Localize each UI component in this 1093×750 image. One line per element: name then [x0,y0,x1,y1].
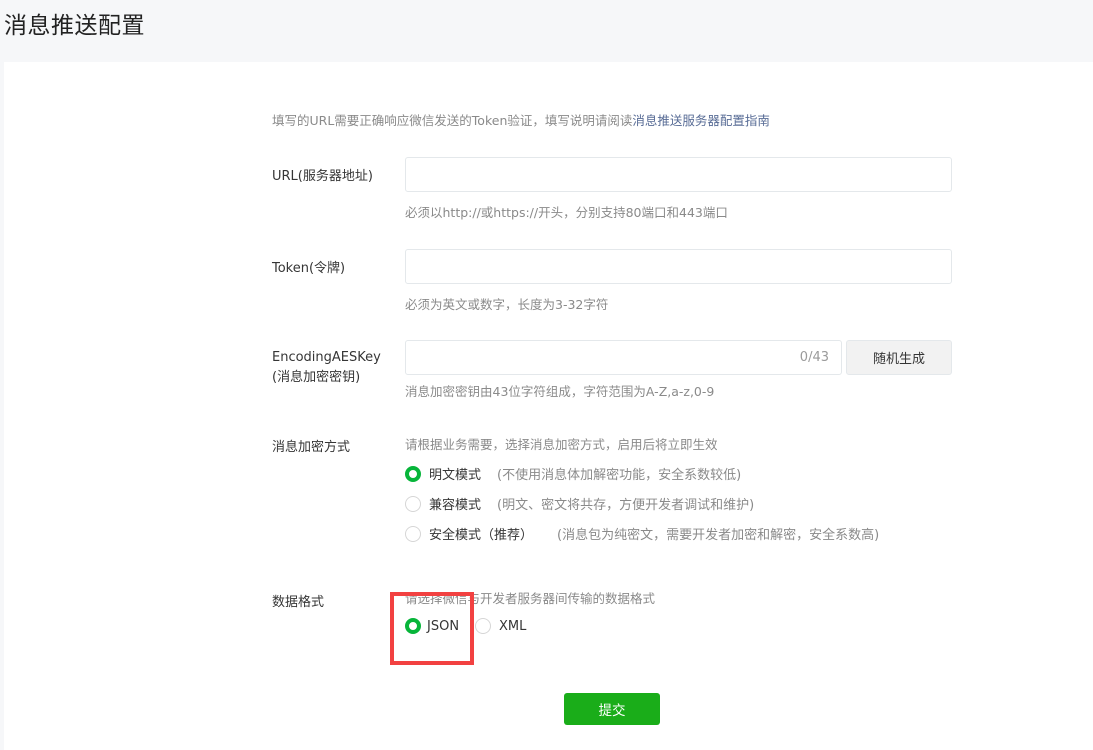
radio-secure-label: 安全模式（推荐） [429,528,534,543]
aes-counter: 0/43 [799,350,829,365]
radio-compatible-desc: (明文、密文将共存，方便开发者调试和维护) [497,498,755,513]
intro-text: 填写的URL需要正确响应微信发送的Token验证，填写说明请阅读消息推送服务器配… [272,110,770,129]
highlight-box [390,592,474,665]
radio-plaintext-desc: (不使用消息体加解密功能，安全系数较低) [497,468,742,483]
radio-checked-icon[interactable] [405,465,421,482]
radio-compatible-mode[interactable]: 兼容模式 (明文、密文将共存，方便开发者调试和维护) [405,494,754,513]
url-input[interactable] [405,157,952,192]
radio-xml-label: XML [499,618,527,634]
config-guide-link[interactable]: 消息推送服务器配置指南 [632,113,770,128]
submit-button[interactable]: 提交 [564,693,660,725]
radio-compatible-label: 兼容模式 [429,498,482,513]
token-input[interactable] [405,249,952,284]
token-label: Token(令牌) [272,261,346,276]
aes-label: EncodingAESKey (消息加密密钥) [272,348,381,388]
radio-unchecked-icon[interactable] [405,525,421,542]
encrypt-mode-label: 消息加密方式 [272,440,351,455]
data-format-label: 数据格式 [272,595,325,610]
url-tip: 必须以http://或https://开头，分别支持80端口和443端口 [405,205,728,220]
aes-input[interactable]: 0/43 [405,340,842,375]
random-generate-button[interactable]: 随机生成 [846,340,952,375]
token-tip: 必须为英文或数字，长度为3-32字符 [405,297,609,312]
aes-label-line2: (消息加密密钥) [272,370,361,385]
aes-tip: 消息加密密钥由43位字符组成，字符范围为A-Z,a-z,0-9 [405,384,715,399]
encrypt-mode-tip: 请根据业务需要，选择消息加密方式，启用后将立即生效 [405,437,718,452]
radio-secure-desc: (消息包为纯密文，需要开发者加密和解密，安全系数高) [557,528,880,543]
radio-plaintext-mode[interactable]: 明文模式 (不使用消息体加解密功能，安全系数较低) [405,464,741,483]
page-title: 消息推送配置 [4,13,145,39]
radio-secure-mode[interactable]: 安全模式（推荐） (消息包为纯密文，需要开发者加密和解密，安全系数高) [405,524,879,543]
radio-plaintext-label: 明文模式 [429,468,482,483]
intro-text-body: 填写的URL需要正确响应微信发送的Token验证，填写说明请阅读 [272,113,633,128]
radio-unchecked-icon[interactable] [475,618,491,634]
url-label: URL(服务器地址) [272,169,373,184]
config-card: 填写的URL需要正确响应微信发送的Token验证，填写说明请阅读消息推送服务器配… [4,62,1093,750]
radio-xml[interactable]: XML [475,618,526,634]
radio-unchecked-icon[interactable] [405,495,421,512]
aes-label-line1: EncodingAESKey [272,350,381,365]
